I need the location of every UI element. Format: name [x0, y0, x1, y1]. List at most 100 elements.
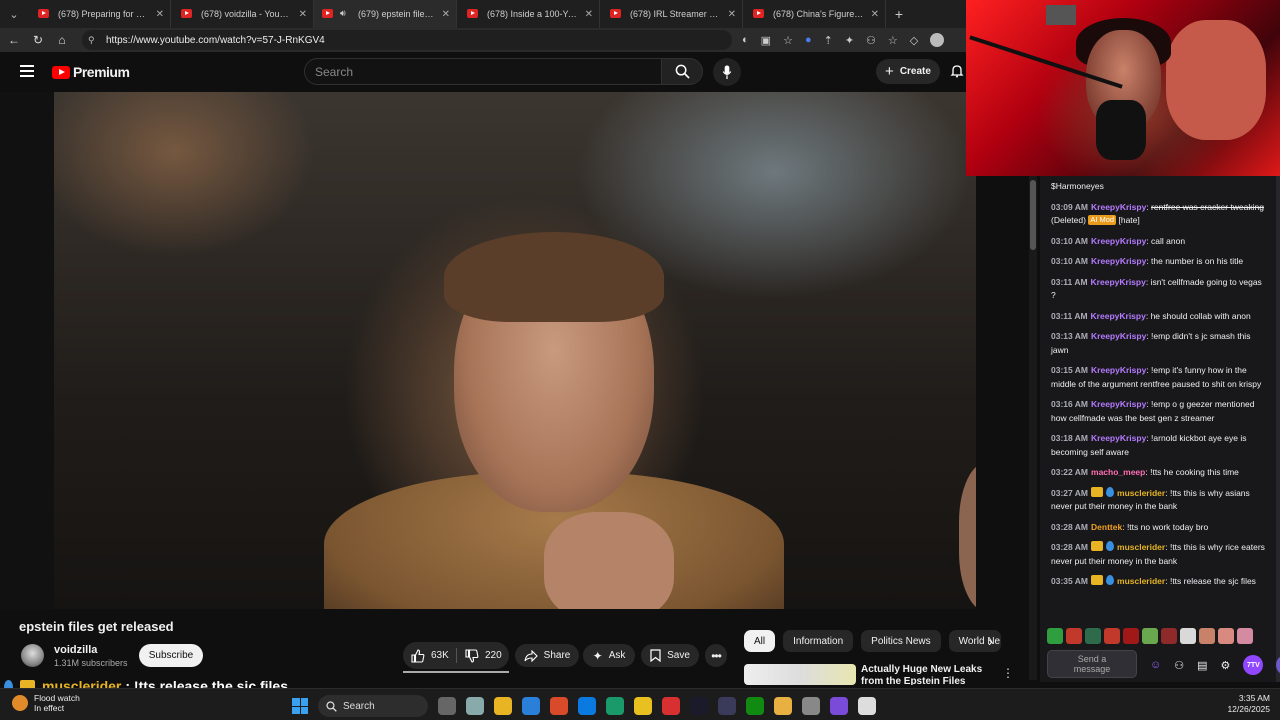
taskbar-app-icon[interactable] — [774, 697, 792, 715]
taskbar-app-icon[interactable] — [466, 697, 484, 715]
taskbar-app-icon[interactable] — [578, 697, 596, 715]
chevron-right-icon[interactable]: › — [988, 633, 993, 649]
weather-widget[interactable]: Flood watch In effect — [12, 693, 80, 713]
taskbar-app-icon[interactable] — [746, 697, 764, 715]
close-tab-icon[interactable]: ✕ — [728, 9, 736, 20]
extension-icon[interactable]: ⇡ — [824, 34, 833, 47]
search-input[interactable]: Search — [304, 58, 662, 85]
taskbar-app-icon[interactable] — [606, 697, 624, 715]
7tv-icon[interactable]: 7TV — [1243, 655, 1264, 675]
taskbar-app-icon[interactable] — [662, 697, 680, 715]
emote-icon[interactable] — [1047, 628, 1063, 644]
extensions-puzzle-icon[interactable]: ✦ — [845, 34, 854, 47]
search-button[interactable] — [661, 58, 703, 85]
browser-tab[interactable]: (678) Inside a 100-Year Old Fe ✕ — [457, 0, 600, 28]
close-tab-icon[interactable]: ✕ — [871, 9, 879, 20]
recommended-thumbnail[interactable] — [744, 664, 856, 685]
url-field[interactable]: ⚲ https://www.youtube.com/watch?v=57-J-R… — [82, 30, 732, 50]
create-button[interactable]: + Create — [876, 59, 940, 84]
taskbar-app-icon[interactable] — [494, 697, 512, 715]
profile-avatar[interactable] — [930, 33, 945, 47]
chat-username[interactable]: KreepyKrispy — [1091, 202, 1146, 212]
back-icon[interactable]: ← — [2, 33, 26, 47]
voice-search-button[interactable] — [713, 58, 741, 86]
chat-username[interactable]: KreepyKrispy — [1091, 236, 1146, 246]
site-info-icon[interactable]: ⚲ — [88, 35, 100, 45]
collections-icon[interactable]: ⚇ — [866, 34, 876, 47]
close-tab-icon[interactable]: ✕ — [299, 9, 307, 20]
chat-scrollbar[interactable] — [1276, 176, 1280, 682]
chat-username[interactable]: KreepyKrispy — [1091, 433, 1146, 443]
taskbar-app-icon[interactable] — [438, 697, 456, 715]
browser-tab[interactable]: (678) IRL Streamer Clavicular / ✕ — [600, 0, 743, 28]
chat-username[interactable]: musclerider — [1117, 542, 1165, 552]
emote-icon[interactable] — [1123, 628, 1139, 644]
chat-username[interactable]: KreepyKrispy — [1091, 399, 1146, 409]
close-tab-icon[interactable]: ✕ — [585, 9, 593, 20]
page-scrollbar-thumb[interactable] — [1030, 180, 1036, 250]
dislike-button[interactable]: 220 — [465, 644, 502, 667]
speaker-icon[interactable]: 🔊︎ — [340, 8, 346, 19]
channel-name[interactable]: voidzilla — [54, 644, 97, 656]
favorites-icon[interactable]: ☆ — [888, 34, 898, 47]
browser-essentials-icon[interactable]: ◇ — [910, 34, 918, 47]
store-icon[interactable]: ▤ — [1197, 659, 1207, 672]
close-tab-icon[interactable]: ✕ — [442, 9, 450, 20]
ask-button[interactable]: ✦ Ask — [583, 644, 635, 667]
windows-start-icon[interactable] — [292, 698, 308, 714]
taskbar-app-icon[interactable] — [718, 697, 736, 715]
home-icon[interactable]: ⌂ — [50, 33, 74, 47]
chat-username[interactable]: KreepyKrispy — [1091, 277, 1146, 287]
taskbar-app-icon[interactable] — [522, 697, 540, 715]
browser-tab[interactable]: (678) voidzilla - YouTube ✕ — [171, 0, 314, 28]
taskbar-app-icon[interactable] — [830, 697, 848, 715]
favorite-star-icon[interactable]: ☆ — [783, 34, 793, 47]
emote-icon[interactable] — [1180, 628, 1196, 644]
emote-icon[interactable] — [1085, 628, 1101, 644]
taskbar-app-icon[interactable] — [858, 697, 876, 715]
users-icon[interactable]: ⚇ — [1174, 659, 1184, 672]
emote-icon[interactable] — [1237, 628, 1253, 644]
channel-avatar[interactable] — [21, 644, 44, 667]
chat-username[interactable]: musclerider — [1117, 576, 1165, 586]
read-aloud-icon[interactable]: ◐ — [742, 34, 749, 46]
menu-icon[interactable] — [20, 65, 34, 77]
like-button[interactable]: 63K — [411, 644, 449, 667]
emote-icon[interactable] — [1104, 628, 1120, 644]
emote-icon[interactable] — [1199, 628, 1215, 644]
close-tab-icon[interactable]: ✕ — [156, 9, 164, 20]
chat-input[interactable]: Send a message — [1047, 650, 1137, 678]
more-vertical-icon[interactable]: ⋮ — [1002, 666, 1014, 680]
subscribe-button[interactable]: Subscribe — [139, 644, 203, 667]
chat-username[interactable]: KreepyKrispy — [1091, 311, 1146, 321]
chat-username[interactable]: KreepyKrispy — [1091, 256, 1146, 266]
emote-picker-icon[interactable]: ☺ — [1150, 659, 1161, 671]
tab-search-chevron-icon[interactable]: ⌄ — [0, 0, 28, 28]
taskbar-app-icon[interactable] — [690, 697, 708, 715]
browser-tab[interactable]: (678) Preparing for a lifet ✕ — [28, 0, 171, 28]
video-player[interactable] — [0, 92, 976, 609]
page-scrollbar-track[interactable] — [1029, 175, 1037, 680]
chat-username[interactable]: musclerider — [1117, 488, 1165, 498]
taskbar-app-icon[interactable] — [634, 697, 652, 715]
recommended-title[interactable]: Actually Huge New Leaks from the Epstein… — [861, 664, 991, 685]
youtube-premium-logo[interactable]: Premium — [52, 64, 130, 80]
chip-all[interactable]: All — [744, 630, 776, 652]
extension-icon[interactable]: ● — [805, 34, 812, 46]
emote-icon[interactable] — [1142, 628, 1158, 644]
more-actions-button[interactable]: ••• — [705, 644, 727, 667]
taskbar-app-icon[interactable] — [550, 697, 568, 715]
emote-icon[interactable] — [1066, 628, 1082, 644]
reload-icon[interactable]: ↻ — [26, 33, 50, 47]
save-button[interactable]: Save — [641, 644, 699, 667]
emote-icon[interactable] — [1218, 628, 1234, 644]
emote-icon[interactable] — [1161, 628, 1177, 644]
taskbar-app-icon[interactable] — [802, 697, 820, 715]
notifications-bell-icon[interactable] — [950, 64, 964, 78]
chat-username[interactable]: macho_meep — [1091, 467, 1145, 477]
system-clock[interactable]: 3:35 AM 12/26/2025 — [1192, 693, 1270, 715]
chat-username[interactable]: Denttek — [1091, 522, 1122, 532]
chat-username[interactable]: KreepyKrispy — [1091, 331, 1146, 341]
browser-tab[interactable]: (678) China's Figured It Out... ✕ — [743, 0, 886, 28]
chip-politics-news[interactable]: Politics News — [861, 630, 941, 652]
